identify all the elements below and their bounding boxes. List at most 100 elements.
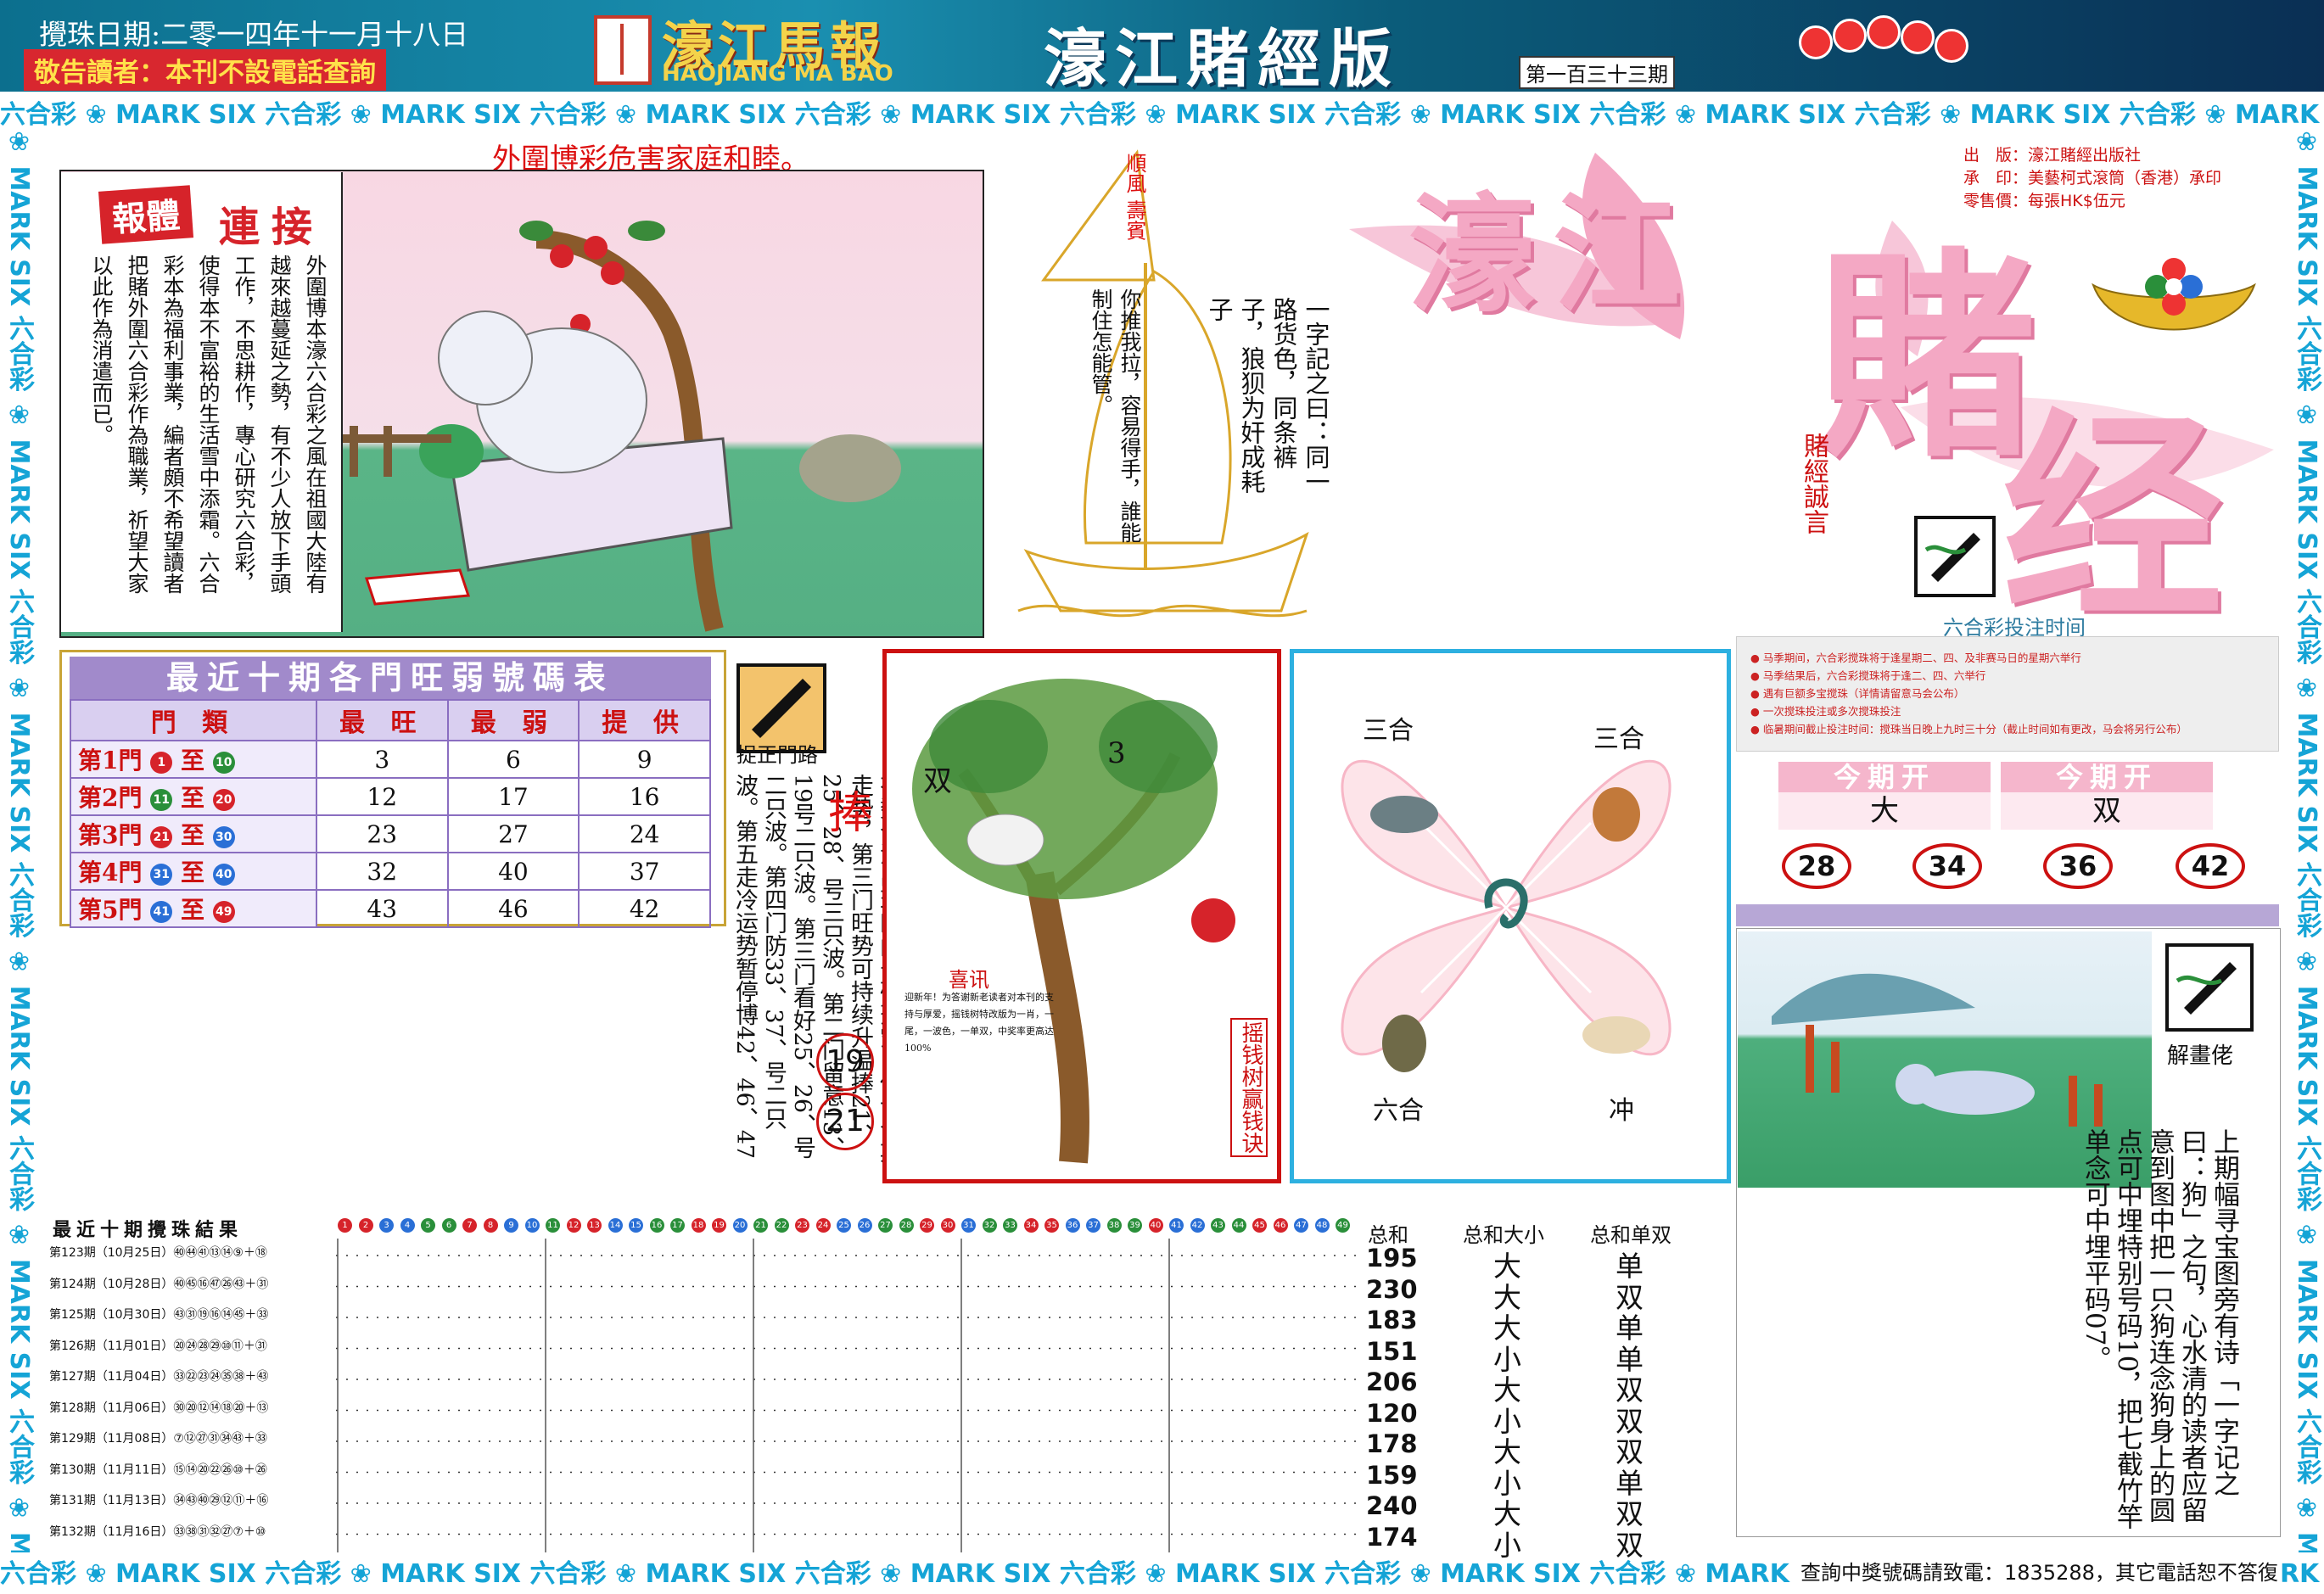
gate-cell: 第5門 41 至 49 <box>70 889 317 928</box>
number-ball-23: 23 <box>795 1218 809 1233</box>
riddle-text: 上期幅寻宝图旁有诗「一字记之曰：狗」之句，心水清的读者应留意到图中把一只狗连念狗… <box>2080 1128 2239 1530</box>
number-ball-11: 11 <box>546 1218 560 1233</box>
number-ball-8: 8 <box>483 1218 498 1233</box>
number-ball-33: 33 <box>1003 1218 1017 1233</box>
pick-number: 42 <box>2176 843 2245 889</box>
gate-from-ball: 21 <box>150 825 173 848</box>
gate-to-ball: 49 <box>212 900 235 923</box>
lottery-balls-icon <box>1799 12 2036 63</box>
gate-from-ball: 31 <box>150 863 173 886</box>
column-header: 門 類 <box>70 699 317 741</box>
money-tree-frame <box>882 649 1281 1183</box>
hot-table-title: 最近十期各門旺弱號碼表 <box>70 657 711 699</box>
number-ball-17: 17 <box>670 1218 685 1233</box>
edition-title: 濠江賭經版 <box>1044 23 1400 96</box>
number-ball-49: 49 <box>1336 1218 1350 1233</box>
hot-cell: 43 <box>315 889 449 928</box>
number-ball-29: 29 <box>920 1218 934 1233</box>
gate-to-word: 至 <box>180 784 204 812</box>
zodiac-diagram <box>1341 759 1672 1072</box>
gate-to-word: 至 <box>180 859 204 886</box>
hot-gate-number: 19 <box>816 1033 874 1091</box>
hot-numbers-table: 門 類 最 旺 最 弱 提 供 第1門 1 至 10 3 6 9 第2門 11 … <box>70 699 711 928</box>
number-ball-47: 47 <box>1294 1218 1308 1233</box>
column-header: 提 供 <box>578 699 711 741</box>
betting-time-line: ● 马季结果后，六合彩搅珠将于逢二、四、六举行 <box>1750 669 1986 682</box>
this-period-parity: 双 <box>2001 792 2213 830</box>
number-ball-9: 9 <box>504 1218 518 1233</box>
gate-name: 第4門 <box>78 859 143 886</box>
writing-hand-icon <box>2165 943 2254 1032</box>
number-ball-2: 2 <box>358 1218 373 1233</box>
parity-value: 双 <box>1616 1528 1644 1562</box>
gold-ingot-icon <box>2092 258 2256 331</box>
number-ball-27: 27 <box>878 1218 893 1233</box>
cold-cell: 17 <box>446 777 580 816</box>
zodiac-label-bottom-right: 冲 <box>1609 1096 1634 1126</box>
gate-from-ball: 1 <box>150 751 173 774</box>
table-row: 第5門 41 至 49 43 46 42 <box>70 889 711 928</box>
this-period-box: 今期开 大 今期开 双 <box>1778 762 2220 833</box>
mark-six-strip-left: ❀ MARK SIX 六合彩 ❀ MARK SIX 六合彩 ❀ MARK SIX… <box>0 127 37 1552</box>
tree-note: 迎新年！为答谢新老读者对本刊的支持与厚爱，摇钱树特改版为一肖，一尾，一波色，一单… <box>904 992 1054 1054</box>
tree-note-title: 喜讯 <box>949 968 989 992</box>
divider <box>1736 904 2279 926</box>
query-phone-line: 查詢中獎號碼請致電：1835288，其它電話恕不答復 <box>1797 1554 2282 1587</box>
hot-gate-number: 21 <box>816 1093 874 1150</box>
printer-line: 承 印：美藝柯式滾筒（香港）承印 <box>1963 169 2222 187</box>
logo-subtitle: HAOJIANG MA BAO <box>662 61 893 87</box>
issue-number: 第一百三十三期 <box>1519 56 1675 89</box>
price-line: 零售價：每張HK$伍元 <box>1963 192 2125 210</box>
sum-value: 183 <box>1366 1306 1418 1334</box>
column-text: 外圍博本濠六合彩之風在祖國大陸有越來越蔓延之勢，有不少人放下手頭工作，不思耕作，… <box>89 254 328 594</box>
draw-date: 攪珠日期:二零一四年十一月十八日 <box>39 18 469 51</box>
gate-to-ball: 10 <box>212 751 235 774</box>
number-ball-13: 13 <box>587 1218 602 1233</box>
column-header: 最 旺 <box>315 699 449 741</box>
betting-time-line: ● 临暑期间截止投注时间：搅珠当日晚上九时三十分（截止时间如有更改，马会将另行公… <box>1750 723 2187 735</box>
number-ball-18: 18 <box>691 1218 706 1233</box>
gate-from-ball: 41 <box>150 900 173 923</box>
column-tag: 報體 <box>98 185 194 244</box>
book-logo-icon <box>594 15 652 85</box>
number-ball-22: 22 <box>774 1218 789 1233</box>
tip-cell: 16 <box>578 777 711 816</box>
number-ball-10: 10 <box>524 1218 540 1233</box>
this-period-size: 大 <box>1778 792 1991 830</box>
writing-hand-icon <box>1914 516 1996 597</box>
gate-to-word: 至 <box>180 821 204 849</box>
number-ball-43: 43 <box>1211 1218 1225 1233</box>
number-ball-14: 14 <box>608 1218 623 1233</box>
number-ball-28: 28 <box>899 1218 914 1233</box>
gate-name: 第1門 <box>78 747 143 775</box>
gate-to-ball: 20 <box>212 788 235 811</box>
number-ball-38: 38 <box>1106 1218 1122 1233</box>
publication-info: 出 版：濠江賭經出版社 承 印：美藝柯式滾筒（香港）承印 零售價：每張HK$伍元 <box>1963 144 2221 213</box>
sum-value: 206 <box>1366 1367 1418 1396</box>
gate-to-word: 至 <box>180 896 204 924</box>
betting-time-line: ● 马季期间，六合彩搅珠将于逢星期二、四、及非赛马日的星期六举行 <box>1750 652 2081 664</box>
size-value: 小 <box>1493 1528 1521 1562</box>
number-ball-3: 3 <box>379 1218 394 1233</box>
number-ball-48: 48 <box>1314 1218 1330 1233</box>
results-grid-lines <box>336 1239 1358 1552</box>
number-ball-5: 5 <box>421 1218 435 1233</box>
betting-time-line: ● 遇有巨额多宝搅珠（详情请留意马会公布） <box>1750 687 1965 700</box>
number-ball-41: 41 <box>1169 1218 1184 1233</box>
number-ball-34: 34 <box>1023 1218 1039 1233</box>
number-ball-39: 39 <box>1128 1218 1142 1233</box>
gate-name: 第2門 <box>78 784 143 812</box>
number-ball-25: 25 <box>837 1218 851 1233</box>
zodiac-label-bottom-left: 六合 <box>1373 1096 1424 1126</box>
tree-tail-label: 3 <box>1107 736 1126 770</box>
cold-cell: 46 <box>446 889 580 928</box>
number-ball-40: 40 <box>1148 1218 1163 1233</box>
sum-value: 120 <box>1366 1398 1418 1428</box>
column-heading: 連接 <box>219 204 325 251</box>
table-row: 第4門 31 至 40 32 40 37 <box>70 852 711 891</box>
tip-cell: 37 <box>578 852 711 891</box>
number-ball-37: 37 <box>1086 1218 1100 1233</box>
hot-cell: 12 <box>315 777 449 816</box>
tip-cell: 24 <box>578 814 711 853</box>
betting-time-line: ● 一次搅珠投注或多次搅珠投注 <box>1750 705 1901 718</box>
